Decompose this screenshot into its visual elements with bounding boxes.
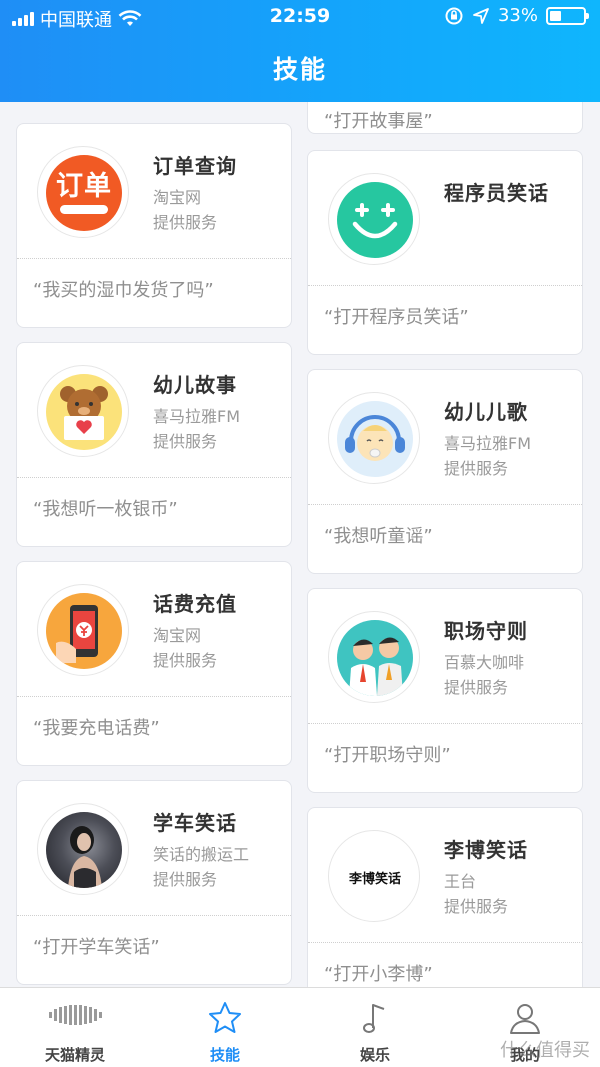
- tab-skills[interactable]: 技能: [150, 988, 300, 1067]
- skill-service: 提供服务: [444, 459, 509, 478]
- skill-phrase: “打开小李博”: [324, 964, 433, 985]
- battery-percent: 33%: [497, 5, 538, 26]
- divider: [308, 942, 582, 943]
- skill-provider: 百慕大咖啡: [444, 653, 525, 672]
- skill-name: 幼儿故事: [153, 373, 237, 397]
- order-badge-text: 订单: [56, 171, 112, 202]
- divider: [17, 696, 291, 697]
- skill-phrase: “我想听一枚银币”: [33, 499, 178, 520]
- skill-name: 学车笑话: [153, 811, 237, 835]
- location-arrow-icon: [473, 7, 489, 24]
- skill-card-libo-joke[interactable]: 李博笑话 李博笑话 王台 提供服务 “打开小李博”: [307, 807, 583, 1012]
- skill-service: 提供服务: [153, 870, 218, 889]
- status-bar: 中国联通 22:59 33%: [0, 0, 600, 34]
- skill-service: 提供服务: [153, 213, 218, 232]
- skill-card-phone-recharge[interactable]: 话费充值 淘宝网 提供服务 “我要充电话费”: [16, 561, 292, 766]
- libo-badge-text: 李博笑话: [348, 871, 401, 887]
- skill-card-driving-joke[interactable]: 学车笑话 笑话的搬运工 提供服务 “打开学车笑话”: [16, 780, 292, 985]
- skill-provider: 淘宝网: [153, 626, 202, 645]
- watermark-text: 什么值得买: [500, 1040, 590, 1061]
- driving-joke-photo: [37, 803, 129, 895]
- skill-provider: 喜马拉雅FM: [153, 407, 241, 426]
- app-header: 中国联通 22:59 33% 技能: [0, 0, 600, 102]
- skill-provider: 笑话的搬运工: [153, 845, 250, 864]
- bear-story-icon: [37, 365, 129, 457]
- skill-name: 职场守则: [444, 619, 528, 643]
- smiley-icon: [328, 173, 420, 265]
- skill-phrase: “打开职场守则”: [324, 745, 451, 766]
- speaker-icon: [49, 1005, 102, 1025]
- skill-card-order-query[interactable]: 订单 订单查询 淘宝网 提供服务 “我买的湿巾发货了吗”: [16, 123, 292, 328]
- baby-song-icon: [328, 392, 420, 484]
- skill-card-kids-story[interactable]: 幼儿故事 喜马拉雅FM 提供服务 “我想听一枚银币”: [16, 342, 292, 547]
- tab-tmall-genie[interactable]: 天猫精灵: [0, 988, 150, 1067]
- divider: [308, 723, 582, 724]
- divider: [17, 915, 291, 916]
- skill-phrase: “打开故事屋”: [324, 111, 433, 132]
- profile-icon: [510, 1004, 540, 1034]
- skill-phrase: “我买的湿巾发货了吗”: [33, 280, 214, 301]
- divider: [17, 477, 291, 478]
- skill-service: 提供服务: [153, 432, 218, 451]
- order-query-icon: 订单: [37, 146, 129, 238]
- skill-name: 李博笑话: [444, 838, 528, 862]
- tab-label: 娱乐: [359, 1046, 390, 1064]
- skill-service: 提供服务: [444, 897, 509, 916]
- skill-name: 话费充值: [153, 592, 237, 616]
- libo-joke-icon: 李博笑话: [328, 830, 420, 922]
- skill-service: 提供服务: [444, 678, 509, 697]
- skill-card-kids-song[interactable]: 幼儿儿歌 喜马拉雅FM 提供服务 “我想听童谣”: [307, 369, 583, 574]
- skill-card-workplace-rules[interactable]: 职场守则 百慕大咖啡 提供服务 “打开职场守则”: [307, 588, 583, 793]
- skill-phrase: “我想听童谣”: [324, 526, 433, 547]
- skill-provider: 淘宝网: [153, 188, 202, 207]
- battery-icon: [546, 6, 589, 25]
- divider: [308, 285, 582, 286]
- skill-card-programmer-joke[interactable]: 程序员笑话 “打开程序员笑话”: [307, 150, 583, 355]
- divider: [308, 504, 582, 505]
- tab-entertainment[interactable]: 娱乐: [300, 988, 450, 1067]
- skill-phrase: “我要充电话费”: [33, 718, 160, 739]
- workplace-icon: [328, 611, 420, 703]
- skill-phrase: “打开程序员笑话”: [324, 307, 469, 328]
- tab-label: 技能: [209, 1046, 240, 1064]
- tab-label: 天猫精灵: [44, 1046, 105, 1064]
- skill-name: 订单查询: [153, 154, 237, 178]
- skill-service: 提供服务: [153, 651, 218, 670]
- skill-provider: 喜马拉雅FM: [444, 434, 532, 453]
- skill-name: 程序员笑话: [444, 181, 549, 205]
- skill-name: 幼儿儿歌: [444, 400, 528, 424]
- phone-recharge-icon: [37, 584, 129, 676]
- page-title: 技能: [272, 55, 327, 84]
- star-icon: [209, 1002, 241, 1033]
- music-note-icon: [363, 1004, 385, 1033]
- rotation-lock-icon: [445, 7, 463, 24]
- divider: [17, 258, 291, 259]
- skill-provider: 王台: [444, 872, 477, 891]
- skill-phrase: “打开学车笑话”: [33, 937, 160, 958]
